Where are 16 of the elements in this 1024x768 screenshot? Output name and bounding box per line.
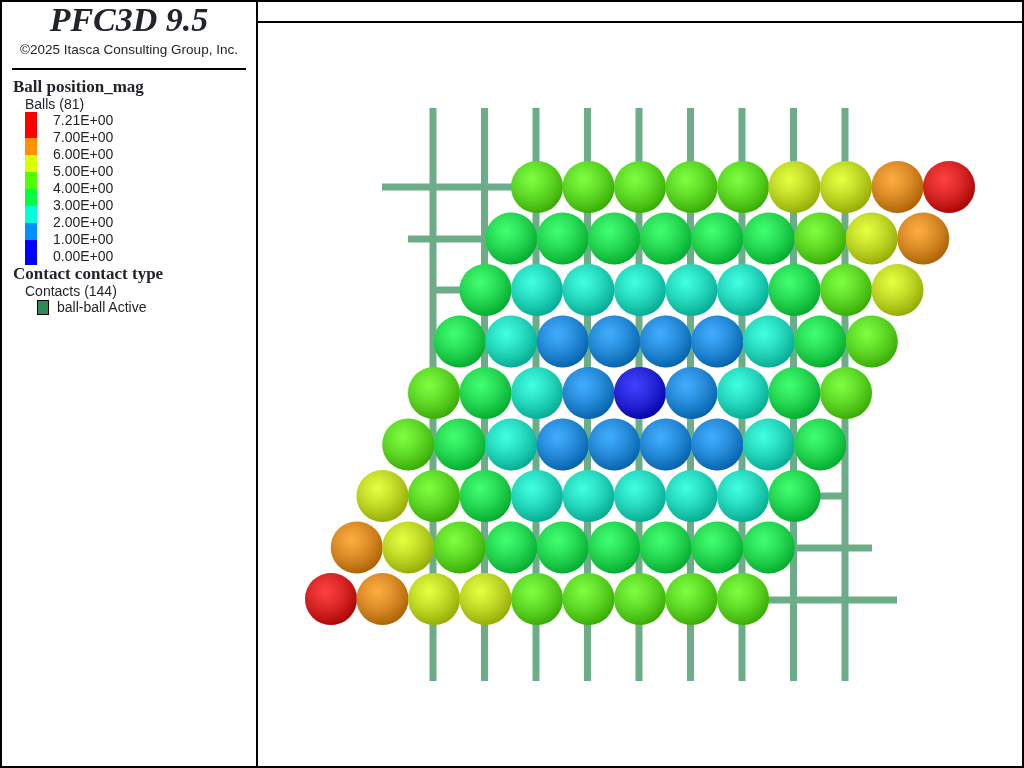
- scale-label: 4.00E+00: [53, 180, 114, 198]
- scale-label: 3.00E+00: [53, 197, 114, 215]
- legend-title: Contact contact type: [13, 265, 165, 284]
- scale-label: 6.00E+00: [53, 146, 114, 164]
- scale-label: 5.00E+00: [53, 163, 114, 181]
- legend-subtitle: Contacts (144): [25, 283, 118, 300]
- scale-label: 7.00E+00: [53, 129, 114, 147]
- legend-title: Ball position_mag: [13, 78, 145, 97]
- scale-label: 0.00E+00: [53, 248, 114, 266]
- copyright-text: ©2025 Itasca Consulting Group, Inc.: [19, 41, 239, 59]
- app-title: PFC3D 9.5: [48, 3, 210, 37]
- scale-label: 7.21E+00: [53, 112, 114, 130]
- scale-label: 1.00E+00: [53, 231, 114, 249]
- scale-label: 2.00E+00: [53, 214, 114, 232]
- legend-subtitle: Balls (81): [25, 96, 86, 113]
- legend-item-label: ball-ball Active: [57, 299, 147, 317]
